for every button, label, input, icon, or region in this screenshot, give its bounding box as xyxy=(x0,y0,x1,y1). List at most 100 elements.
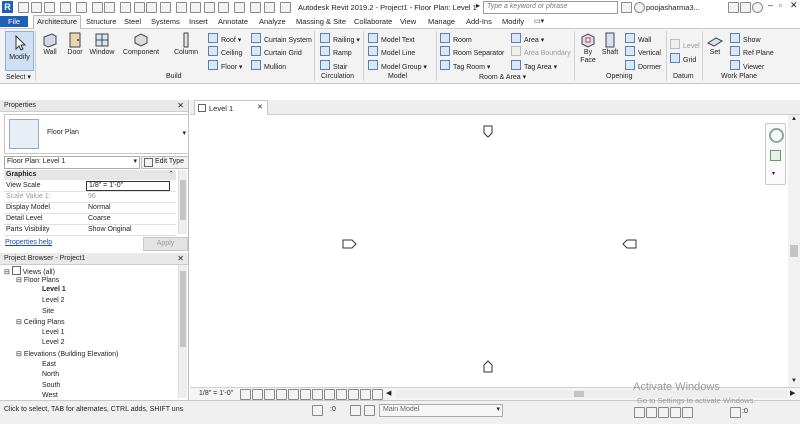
detail-level-icon[interactable] xyxy=(240,389,251,400)
model-text-button[interactable]: Model Text xyxy=(368,33,415,44)
wall-opening-button[interactable]: Wall xyxy=(625,33,651,44)
roof-button[interactable]: Roof ▾ xyxy=(208,33,241,44)
reveal-hidden-icon[interactable] xyxy=(336,389,347,400)
level-button[interactable]: Level xyxy=(670,39,700,50)
close-icon[interactable]: ✕ xyxy=(257,103,263,111)
shaft-button[interactable]: Shaft xyxy=(600,31,620,56)
select-pinned-icon[interactable] xyxy=(658,407,669,418)
canvas-vertical-scrollbar[interactable]: ▲ ▼ xyxy=(788,115,800,387)
south-elevation-marker[interactable] xyxy=(483,360,493,373)
chevron-left-icon[interactable]: ◀ xyxy=(386,389,391,397)
chevron-right-icon[interactable]: ▸ xyxy=(476,1,480,10)
modify-button[interactable]: Modify xyxy=(5,31,34,71)
chevron-down-icon[interactable]: ▾ xyxy=(772,170,775,177)
worksets-icon[interactable] xyxy=(312,405,323,416)
grid-button[interactable]: Grid xyxy=(670,53,696,64)
viewer-button[interactable]: Viewer xyxy=(730,60,764,71)
steering-wheel-icon[interactable] xyxy=(769,128,784,143)
thin-lines-icon[interactable] xyxy=(190,2,201,13)
type-selector[interactable]: Floor Plan ▾ xyxy=(4,114,189,154)
tab-architecture[interactable]: Architecture xyxy=(33,15,82,29)
scrollbar-thumb[interactable] xyxy=(180,180,186,220)
chevron-right-icon[interactable]: ▶ xyxy=(790,389,795,397)
property-row[interactable]: Detail Level Coarse xyxy=(4,214,176,225)
room-separator-button[interactable]: Room Separator xyxy=(440,46,504,57)
print-icon[interactable] xyxy=(92,2,103,13)
curtain-grid-button[interactable]: Curtain Grid xyxy=(251,46,302,57)
ribbon-options-icon[interactable]: ▭▾ xyxy=(534,17,544,25)
maximize-icon[interactable]: ▫ xyxy=(779,1,782,10)
scrollbar-thumb[interactable] xyxy=(180,271,186,347)
minimize-icon[interactable]: – xyxy=(768,0,773,10)
set-work-plane-button[interactable]: Set xyxy=(704,31,726,56)
ceiling-button[interactable]: Ceiling xyxy=(208,46,242,57)
close-icon[interactable]: ✕ xyxy=(177,101,184,110)
select-underlay-icon[interactable] xyxy=(646,407,657,418)
room-button[interactable]: Room xyxy=(440,33,472,44)
tab-modify[interactable]: Modify xyxy=(499,16,527,27)
temp-hide-icon[interactable] xyxy=(324,389,335,400)
mullion-button[interactable]: Mullion xyxy=(251,60,286,71)
tree-item-east[interactable]: East xyxy=(42,361,56,368)
revit-logo-icon[interactable]: R xyxy=(2,1,13,13)
model-line-button[interactable]: Model Line xyxy=(368,46,415,57)
save-icon[interactable] xyxy=(31,2,42,13)
tree-item-ceiling-level-1[interactable]: Level 1 xyxy=(42,329,65,336)
curtain-system-button[interactable]: Curtain System xyxy=(251,33,312,44)
properties-scrollbar[interactable] xyxy=(178,170,187,234)
switch-windows-icon[interactable] xyxy=(218,2,229,13)
design-options-icon[interactable] xyxy=(350,405,361,416)
area-button[interactable]: Area ▾ xyxy=(511,33,544,44)
highlight-displacement-icon[interactable] xyxy=(372,389,383,400)
tab-systems[interactable]: Systems xyxy=(148,16,183,27)
floor-button[interactable]: Floor ▾ xyxy=(208,60,242,71)
tab-insert[interactable]: Insert xyxy=(186,16,211,27)
section-icon[interactable] xyxy=(176,2,187,13)
drawing-canvas[interactable]: ▾ xyxy=(190,115,788,387)
chevron-down-icon[interactable]: ▾ xyxy=(182,129,186,137)
dimension-icon[interactable] xyxy=(120,2,131,13)
show-work-plane-button[interactable]: Show xyxy=(730,33,761,44)
property-row[interactable]: Parts Visibility Show Original xyxy=(4,225,176,236)
edit-type-button[interactable]: Edit Type xyxy=(141,156,189,169)
tab-file[interactable]: File xyxy=(0,16,28,27)
properties-help-link[interactable]: Properties help xyxy=(5,239,52,246)
search-input[interactable]: Type a keyword or phrase xyxy=(483,1,618,14)
tab-annotate[interactable]: Annotate xyxy=(215,16,251,27)
settings-icon[interactable] xyxy=(250,2,261,13)
tree-node-views[interactable]: ⊟ Views (all) xyxy=(4,266,55,276)
by-face-button[interactable]: By Face xyxy=(578,31,598,65)
crop-view-icon[interactable] xyxy=(288,389,299,400)
dropdown-icon[interactable] xyxy=(280,2,291,13)
tag-icon[interactable] xyxy=(134,2,145,13)
redo-icon[interactable] xyxy=(76,2,87,13)
tree-item-west[interactable]: West xyxy=(42,392,58,399)
autodesk-a360-icon[interactable] xyxy=(740,2,751,13)
tree-item-north[interactable]: North xyxy=(42,371,59,378)
measure-icon[interactable] xyxy=(104,2,115,13)
customize-icon[interactable] xyxy=(264,2,275,13)
tree-item-ceiling-level-2[interactable]: Level 2 xyxy=(42,339,65,346)
window-button[interactable]: Window xyxy=(88,31,116,56)
tab-add-ins[interactable]: Add-Ins xyxy=(463,16,495,27)
tag-room-button[interactable]: Tag Room ▾ xyxy=(440,60,490,71)
model-group-button[interactable]: Model Group ▾ xyxy=(368,60,427,71)
lock-3d-icon[interactable] xyxy=(312,389,323,400)
stair-button[interactable]: Stair xyxy=(320,60,347,71)
editable-only-icon[interactable] xyxy=(364,405,375,416)
infocenter-icon[interactable] xyxy=(634,2,645,13)
temp-view-props-icon[interactable] xyxy=(348,389,359,400)
cart-icon[interactable] xyxy=(728,2,739,13)
drag-on-selection-icon[interactable] xyxy=(682,407,693,418)
binoculars-icon[interactable] xyxy=(621,2,632,13)
area-boundary-button[interactable]: Area Boundary xyxy=(511,46,571,57)
view-icon[interactable] xyxy=(234,2,245,13)
property-row[interactable]: View Scale 1/8" = 1'-0" xyxy=(4,181,176,192)
view-scale-button[interactable]: 1/8" = 1'-0" xyxy=(199,390,233,397)
select-panel-label[interactable]: Select ▾ xyxy=(6,73,31,81)
west-elevation-marker[interactable] xyxy=(342,239,357,249)
tab-structure[interactable]: Structure xyxy=(83,16,119,27)
railing-button[interactable]: Railing ▾ xyxy=(320,33,360,44)
tab-analyze[interactable]: Analyze xyxy=(256,16,289,27)
shadows-icon[interactable] xyxy=(276,389,287,400)
